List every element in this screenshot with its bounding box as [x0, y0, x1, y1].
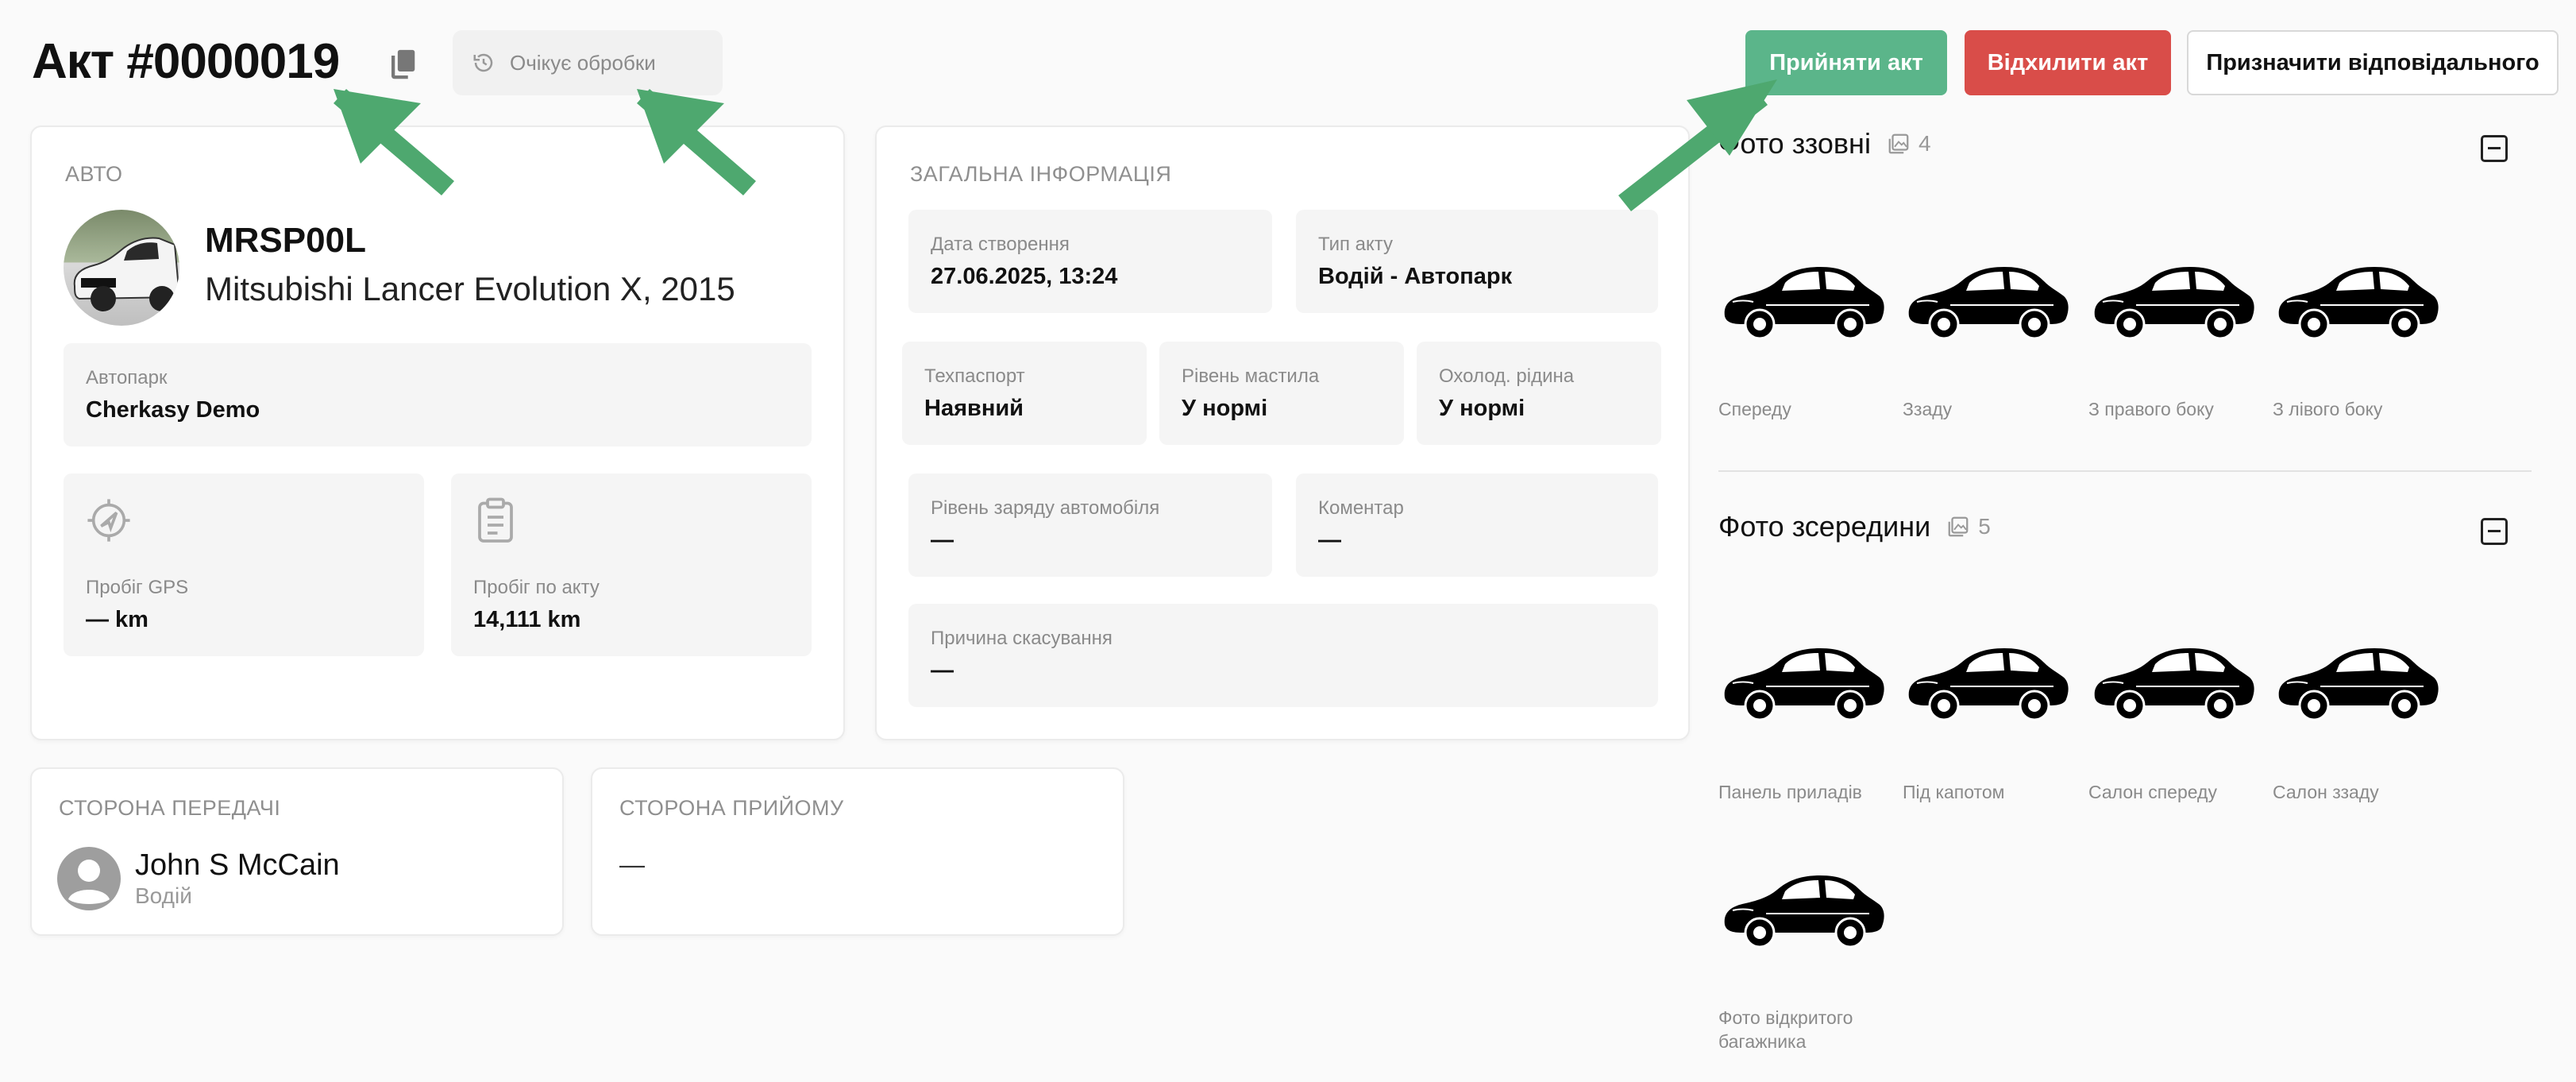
annotation-arrows: [334, 79, 1777, 211]
